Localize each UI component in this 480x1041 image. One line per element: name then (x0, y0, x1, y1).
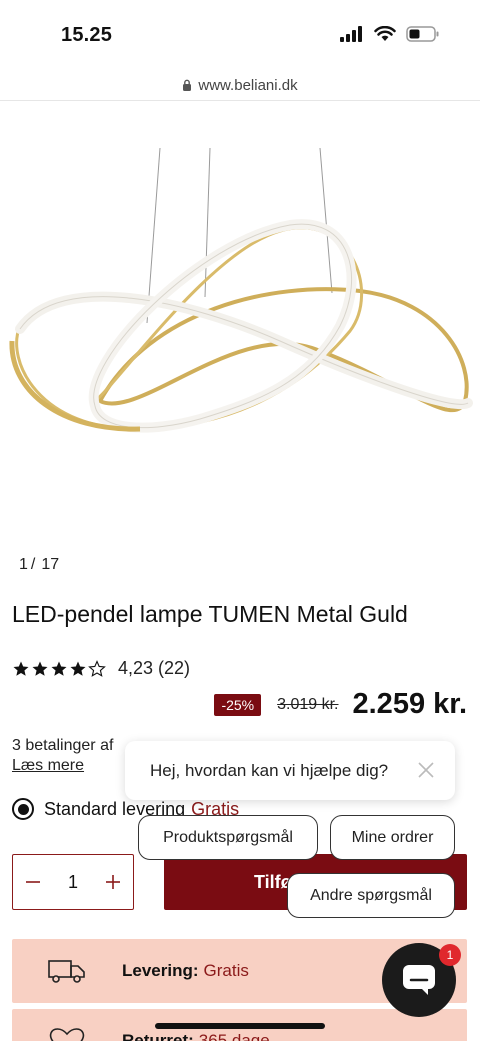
quantity-stepper: 1 (12, 854, 134, 910)
status-bar: 15.25 (0, 0, 480, 70)
url-text: www.beliani.dk (198, 76, 298, 94)
old-price: 3.019 kr. (277, 695, 339, 713)
product-image[interactable] (0, 101, 480, 546)
close-icon (418, 762, 434, 778)
star-outline-icon (88, 659, 106, 677)
decrease-quantity-button[interactable] (21, 870, 45, 894)
delivery-info-value: Gratis (203, 961, 249, 980)
price-row: -25% 3.019 kr. 2.259 kr. (214, 688, 467, 721)
star-filled-icon (32, 661, 48, 676)
returns-info-label: Returret: (122, 1031, 194, 1041)
image-counter: 1/ 17 (19, 556, 59, 574)
rating-value: 4,23 (22) (118, 658, 191, 678)
truck-icon (48, 960, 85, 983)
wifi-icon (374, 26, 396, 41)
chat-notification-badge: 1 (439, 944, 461, 966)
product-rating[interactable]: 4,23 (22) (12, 658, 190, 679)
cellular-signal-icon (340, 26, 362, 42)
heart-365-icon (49, 1028, 85, 1041)
radio-selected-dot (17, 803, 29, 815)
rating-stars (12, 659, 106, 678)
product-title: LED-pendel lampe TUMEN Metal Guld (12, 601, 408, 627)
image-counter-current: 1 (19, 556, 28, 573)
lock-icon (183, 79, 192, 91)
minus-icon (26, 881, 40, 883)
status-time: 15.25 (61, 24, 113, 46)
installments-text: 3 betalinger af (12, 737, 114, 754)
address-bar[interactable]: www.beliani.dk (0, 70, 480, 100)
plus-icon (105, 875, 120, 889)
delivery-radio[interactable] (12, 798, 34, 820)
increase-quantity-button[interactable] (101, 870, 125, 894)
home-indicator[interactable] (155, 1023, 325, 1029)
image-counter-separator: / (30, 556, 36, 573)
quick-reply-product-questions[interactable]: Produktspørgsmål (138, 815, 318, 860)
star-filled-icon (70, 661, 86, 676)
image-counter-total: 17 (41, 556, 60, 573)
status-icons (340, 26, 440, 42)
quick-reply-my-orders[interactable]: Mine ordrer (330, 815, 455, 860)
returns-info-value: 365 dage (198, 1031, 270, 1041)
discount-badge: -25% (214, 693, 262, 716)
chat-greeting-bubble[interactable]: Hej, hvordan kan vi hjælpe dig? (125, 741, 455, 800)
chat-close-button[interactable] (417, 761, 435, 784)
quick-reply-other-questions[interactable]: Andre spørgsmål (287, 873, 455, 918)
current-price: 2.259 kr. (352, 688, 468, 720)
quantity-value[interactable]: 1 (68, 872, 78, 893)
battery-icon (406, 26, 439, 42)
delivery-info-label: Levering: (122, 961, 199, 980)
chat-icon (403, 965, 435, 995)
star-filled-icon (51, 661, 67, 676)
chat-greeting-text: Hej, hvordan kan vi hjælpe dig? (150, 760, 389, 780)
star-filled-icon (13, 661, 29, 676)
read-more-link[interactable]: Læs mere (12, 757, 84, 775)
